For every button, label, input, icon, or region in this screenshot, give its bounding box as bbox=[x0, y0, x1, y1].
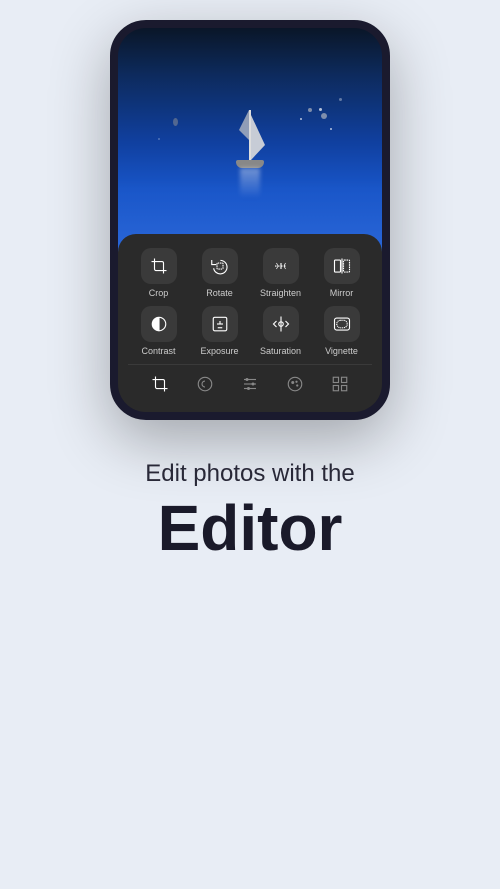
exposure-label: Exposure bbox=[200, 346, 238, 356]
phone-mockup: Crop Rotate Straighten bbox=[110, 0, 390, 420]
paint-nav-icon[interactable] bbox=[282, 371, 308, 402]
grid-nav-icon[interactable] bbox=[327, 371, 353, 402]
vignette-tool[interactable]: Vignette bbox=[314, 306, 369, 356]
crop-label: Crop bbox=[149, 288, 169, 298]
tools-row-1: Crop Rotate Straighten bbox=[128, 248, 372, 298]
vignette-icon bbox=[324, 306, 360, 342]
rotate-icon bbox=[202, 248, 238, 284]
rotate-label: Rotate bbox=[206, 288, 233, 298]
tools-row-2: Contrast Exposure Saturation bbox=[128, 306, 372, 356]
contrast-icon bbox=[141, 306, 177, 342]
exposure-tool[interactable]: Exposure bbox=[192, 306, 247, 356]
color-nav-icon[interactable] bbox=[192, 371, 218, 402]
phone-frame: Crop Rotate Straighten bbox=[110, 20, 390, 420]
edit-panel: Crop Rotate Straighten bbox=[118, 234, 382, 412]
saturation-tool[interactable]: Saturation bbox=[253, 306, 308, 356]
exposure-icon bbox=[202, 306, 238, 342]
title-text: Editor bbox=[145, 496, 354, 560]
bottom-nav bbox=[128, 364, 372, 402]
adjust-nav-icon[interactable] bbox=[237, 371, 263, 402]
straighten-label: Straighten bbox=[260, 288, 301, 298]
mirror-tool[interactable]: Mirror bbox=[314, 248, 369, 298]
rotate-tool[interactable]: Rotate bbox=[192, 248, 247, 298]
crop-nav-icon[interactable] bbox=[147, 371, 173, 402]
text-section: Edit photos with the Editor bbox=[115, 460, 384, 560]
photo-area bbox=[118, 28, 382, 258]
mirror-label: Mirror bbox=[330, 288, 354, 298]
straighten-tool[interactable]: Straighten bbox=[253, 248, 308, 298]
saturation-icon bbox=[263, 306, 299, 342]
subtitle-text: Edit photos with the bbox=[145, 460, 354, 488]
saturation-label: Saturation bbox=[260, 346, 301, 356]
contrast-tool[interactable]: Contrast bbox=[131, 306, 186, 356]
crop-tool[interactable]: Crop bbox=[131, 248, 186, 298]
contrast-label: Contrast bbox=[141, 346, 175, 356]
straighten-icon bbox=[263, 248, 299, 284]
mirror-icon bbox=[324, 248, 360, 284]
vignette-label: Vignette bbox=[325, 346, 358, 356]
crop-icon bbox=[141, 248, 177, 284]
